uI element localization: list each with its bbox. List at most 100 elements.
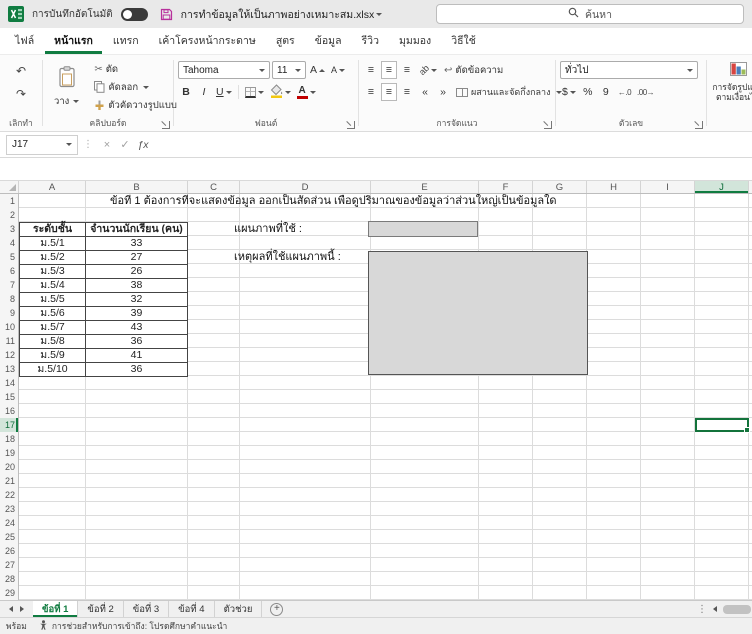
- row-header-6[interactable]: 6: [0, 264, 18, 278]
- orientation-button[interactable]: ab: [417, 61, 439, 79]
- row-header-2[interactable]: 2: [0, 208, 18, 222]
- font-name-combobox[interactable]: Tahoma: [178, 61, 270, 79]
- column-header-A[interactable]: A: [19, 181, 86, 193]
- ribbon-tab-2[interactable]: หน้าแรก: [45, 28, 102, 54]
- name-box[interactable]: J17: [6, 135, 78, 155]
- scrollbar-thumb[interactable]: [723, 605, 751, 614]
- column-header-H[interactable]: H: [587, 181, 641, 193]
- font-size-combobox[interactable]: 11: [272, 61, 306, 79]
- align-right-button[interactable]: ≡: [399, 83, 415, 101]
- ribbon-tab-1[interactable]: ไฟล์: [6, 28, 43, 54]
- row-header-18[interactable]: 18: [0, 432, 18, 446]
- table-cell[interactable]: ม.5/5: [20, 293, 86, 307]
- selected-cell-J17[interactable]: [695, 418, 749, 432]
- align-center-button[interactable]: ≡: [381, 83, 397, 101]
- top-align-button[interactable]: ≡: [363, 61, 379, 79]
- wrap-text-button[interactable]: ↩ตัดข้อความ: [441, 61, 506, 79]
- table-cell[interactable]: 43: [86, 321, 188, 335]
- name-box-splitter[interactable]: ⋮: [83, 139, 93, 150]
- table-cell[interactable]: 26: [86, 265, 188, 279]
- table-cell[interactable]: 38: [86, 279, 188, 293]
- font-dialog-launcher[interactable]: [347, 121, 355, 129]
- row-header-21[interactable]: 21: [0, 474, 18, 488]
- table-cell[interactable]: ม.5/10: [20, 363, 86, 377]
- row-header-24[interactable]: 24: [0, 516, 18, 530]
- redo-button[interactable]: ↷: [13, 85, 29, 103]
- table-cell[interactable]: 36: [86, 335, 188, 349]
- ribbon-tab-6[interactable]: ข้อมูล: [306, 28, 351, 54]
- grid-body[interactable]: 1234567891011121314151617181920212223242…: [0, 194, 752, 600]
- column-header-G[interactable]: G: [533, 181, 587, 193]
- comma-style-button[interactable]: 9: [598, 83, 614, 101]
- autosave-toggle[interactable]: [121, 8, 148, 21]
- ribbon-tab-4[interactable]: เค้าโครงหน้ากระดาษ: [150, 28, 265, 54]
- row-header-17[interactable]: 17: [0, 418, 18, 432]
- font-color-button[interactable]: A: [295, 83, 318, 101]
- middle-align-button[interactable]: ≡: [381, 61, 397, 79]
- alignment-dialog-launcher[interactable]: [544, 121, 552, 129]
- decrease-decimal-button[interactable]: .00→: [635, 83, 656, 101]
- save-icon[interactable]: [160, 8, 173, 21]
- grow-font-button[interactable]: A: [308, 61, 327, 79]
- clipboard-dialog-launcher[interactable]: [162, 121, 170, 129]
- row-header-23[interactable]: 23: [0, 502, 18, 516]
- table-cell[interactable]: 39: [86, 307, 188, 321]
- enter-check-icon[interactable]: ✓: [116, 138, 134, 151]
- row-header-8[interactable]: 8: [0, 292, 18, 306]
- bottom-align-button[interactable]: ≡: [399, 61, 415, 79]
- column-header-J[interactable]: J: [695, 181, 749, 193]
- borders-button[interactable]: [243, 83, 266, 101]
- sheet-tab-1[interactable]: ข้อที่ 1: [33, 601, 78, 617]
- sheet-tab-2[interactable]: ข้อที่ 2: [78, 601, 123, 617]
- align-left-button[interactable]: ≡: [363, 83, 379, 101]
- number-dialog-launcher[interactable]: [695, 121, 703, 129]
- ribbon-tab-8[interactable]: มุมมอง: [390, 28, 440, 54]
- accessibility-status[interactable]: การช่วยสำหรับการเข้าถึง: โปรดศึกษาคำแนะน…: [39, 619, 227, 633]
- cancel-icon[interactable]: ×: [98, 139, 116, 151]
- scroll-left-arrow-icon[interactable]: [713, 606, 717, 612]
- table-cell[interactable]: ม.5/2: [20, 251, 86, 265]
- row-header-15[interactable]: 15: [0, 390, 18, 404]
- table-cell[interactable]: ม.5/9: [20, 349, 86, 363]
- horizontal-scrollbar[interactable]: ⋮: [697, 601, 752, 617]
- row-header-1[interactable]: 1: [0, 194, 18, 208]
- row-header-20[interactable]: 20: [0, 460, 18, 474]
- select-all-corner[interactable]: [0, 181, 19, 193]
- number-format-combobox[interactable]: ทั่วไป: [560, 61, 698, 79]
- italic-button[interactable]: I: [196, 83, 212, 101]
- row-header-28[interactable]: 28: [0, 572, 18, 586]
- row-header-26[interactable]: 26: [0, 544, 18, 558]
- reason-answer-box[interactable]: [368, 251, 588, 375]
- table-cell[interactable]: ม.5/1: [20, 237, 86, 251]
- cell-reason-label[interactable]: เหตุผลที่ใช้แผนภาพนี้ :: [234, 250, 341, 264]
- paste-button[interactable]: วาง: [47, 60, 86, 114]
- column-header-B[interactable]: B: [86, 181, 188, 193]
- percent-style-button[interactable]: %: [580, 83, 596, 101]
- row-header-14[interactable]: 14: [0, 376, 18, 390]
- increase-decimal-button[interactable]: ←.0: [616, 83, 633, 101]
- cell-chart-label[interactable]: แผนภาพที่ใช้ :: [234, 222, 302, 236]
- merge-center-button[interactable]: ผสานและจัดกึ่งกลาง: [453, 83, 565, 101]
- cut-button[interactable]: ✂ตัด: [91, 60, 180, 78]
- column-header-D[interactable]: D: [240, 181, 371, 193]
- table-cell[interactable]: ม.5/7: [20, 321, 86, 335]
- row-header-16[interactable]: 16: [0, 404, 18, 418]
- search-input[interactable]: ค้นหา: [436, 4, 744, 24]
- format-painter-button[interactable]: ตัวคัดวางรูปแบบ: [91, 96, 180, 114]
- column-header-E[interactable]: E: [371, 181, 479, 193]
- table-cell[interactable]: 27: [86, 251, 188, 265]
- fill-color-button[interactable]: [268, 83, 293, 101]
- table-cell[interactable]: ม.5/8: [20, 335, 86, 349]
- underline-button[interactable]: U: [214, 83, 234, 101]
- chart-answer-box[interactable]: [368, 221, 478, 237]
- table-cell[interactable]: ม.5/3: [20, 265, 86, 279]
- row-header-10[interactable]: 10: [0, 320, 18, 334]
- row-header-11[interactable]: 11: [0, 334, 18, 348]
- sheet-tab-5[interactable]: ตัวช่วย: [215, 601, 263, 617]
- row-header-19[interactable]: 19: [0, 446, 18, 460]
- table-header-2[interactable]: จำนวนนักเรียน (คน): [86, 223, 188, 237]
- copy-button[interactable]: คัดลอก: [91, 78, 180, 96]
- row-header-5[interactable]: 5: [0, 250, 18, 264]
- column-header-F[interactable]: F: [479, 181, 533, 193]
- ribbon-tab-5[interactable]: สูตร: [267, 28, 304, 54]
